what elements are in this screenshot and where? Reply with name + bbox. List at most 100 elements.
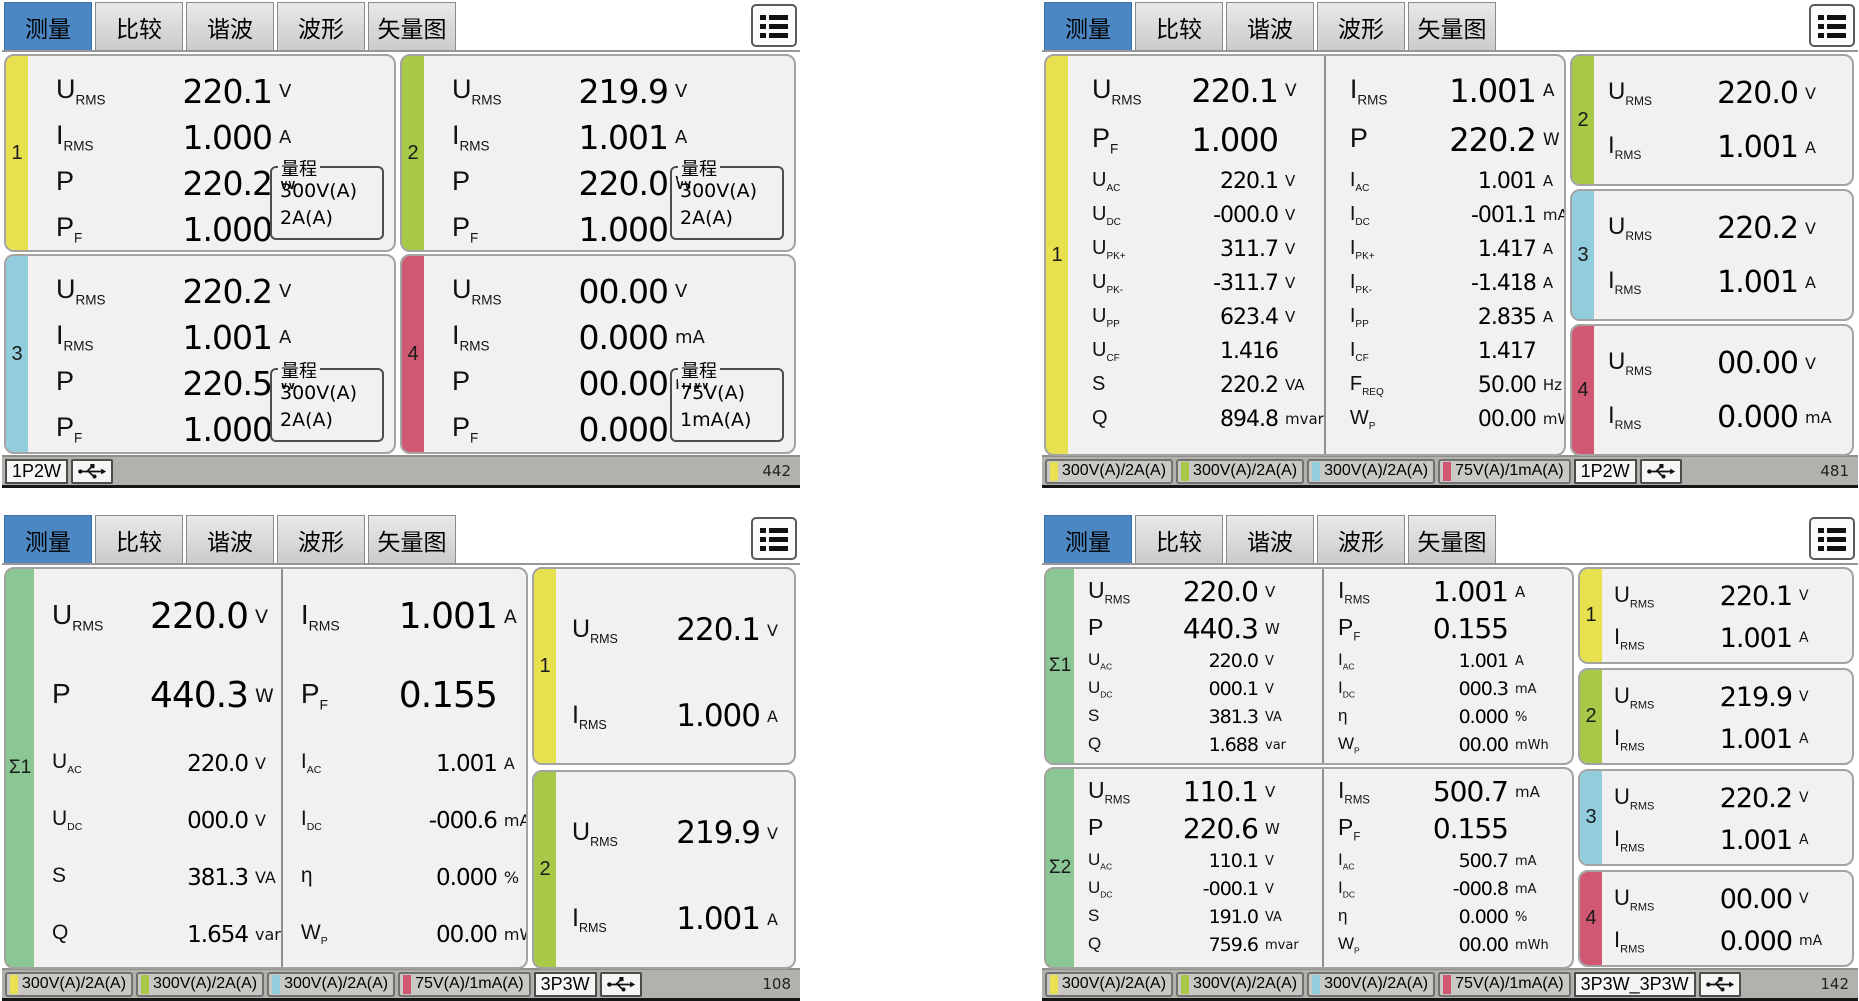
quantity-symbol: Q: [1088, 934, 1101, 953]
measurement-unit: V: [675, 81, 687, 102]
sum-label: Σ1: [9, 757, 31, 779]
quantity-subscript: RMS: [1620, 943, 1644, 955]
measurement-row: P220.6W: [1088, 810, 1322, 847]
tab[interactable]: 测量: [1044, 515, 1132, 563]
quantity-symbol: U: [1088, 577, 1105, 603]
measurement-value: 219.9: [544, 72, 668, 111]
measurement-rows: URMS219.9VIRMS1.001A: [1602, 670, 1852, 760]
measurement-label: URMS: [452, 274, 544, 307]
measurement-row: UPK+311.7V: [1092, 232, 1324, 266]
measurement-row: PF0.155: [1338, 610, 1572, 647]
measurement-label: IRMS: [1614, 725, 1684, 753]
measurement-value: 1.416: [1174, 339, 1278, 364]
quantity-symbol: U: [1092, 237, 1106, 259]
measurement-label: UPK+: [1092, 237, 1174, 262]
measurement-label: URMS: [1614, 885, 1684, 913]
tab[interactable]: 比较: [95, 515, 183, 563]
channel-stripe: 3: [6, 256, 28, 452]
range-chip-label: 300V(A)/2A(A): [1062, 462, 1166, 480]
measurement-value: 440.3: [130, 675, 248, 716]
tab[interactable]: 波形: [277, 2, 365, 50]
quantity-subscript: RMS: [590, 632, 618, 646]
channel-stripe: 1: [534, 569, 556, 763]
quantity-symbol: I: [56, 320, 64, 350]
tab[interactable]: 波形: [277, 515, 365, 563]
tab[interactable]: 波形: [1317, 2, 1405, 50]
measurement-label: η: [1338, 706, 1404, 727]
measurement-label: WP: [1338, 734, 1404, 755]
tab[interactable]: 谐波: [186, 515, 274, 563]
channel-number: 1: [539, 655, 550, 678]
range-chip-list: 300V(A)/2A(A)300V(A)/2A(A)300V(A)/2A(A)7…: [1045, 459, 1571, 484]
measurement-row: IRMS1.001A: [1614, 718, 1852, 760]
measurement-row: IRMS1.001A: [572, 876, 794, 962]
measurement-row: IAC1.001A: [1338, 647, 1572, 675]
tab[interactable]: 比较: [95, 2, 183, 50]
measurement-value: 219.9: [1684, 682, 1792, 713]
measurement-unit: V: [1285, 308, 1295, 326]
measurement-label: IAC: [1338, 850, 1404, 871]
tab[interactable]: 测量: [4, 2, 92, 50]
tab-bar: 测量比较谐波波形矢量图: [2, 2, 800, 50]
measurement-value: 0.000: [379, 865, 497, 891]
wiring-mode-badge: 1P2W: [1574, 459, 1637, 484]
quantity-subscript: AC: [1343, 862, 1355, 872]
measurement-label: IRMS: [452, 120, 544, 153]
tab[interactable]: 谐波: [186, 2, 274, 50]
measurement-value: 311.7: [1174, 237, 1278, 262]
quantity-symbol: U: [572, 818, 590, 846]
tab[interactable]: 谐波: [1226, 515, 1314, 563]
quantity-subscript: RMS: [72, 618, 103, 634]
tab[interactable]: 比较: [1135, 2, 1223, 50]
tab[interactable]: 比较: [1135, 515, 1223, 563]
tab-label: 波形: [1338, 10, 1384, 44]
menu-button[interactable]: [1809, 517, 1855, 560]
tab[interactable]: 测量: [1044, 2, 1132, 50]
measurement-unit: A: [279, 327, 291, 348]
measurement-label: URMS: [572, 615, 652, 646]
quantity-subscript: DC: [67, 822, 82, 834]
channel-color-swatch: [403, 975, 411, 994]
measurement-label: S: [52, 864, 130, 890]
measurement-row: PF0.155: [1338, 810, 1572, 847]
measurement-label: IDC: [1338, 678, 1404, 699]
tab-list: 测量比较谐波波形矢量图: [4, 515, 456, 563]
measurement-unit: mA: [1515, 854, 1537, 869]
tab[interactable]: 矢量图: [1408, 2, 1496, 50]
measurement-row: WP00.00mWh: [1350, 402, 1566, 436]
tab[interactable]: 矢量图: [368, 2, 456, 50]
quantity-subscript: RMS: [1615, 283, 1642, 297]
measurement-row: S381.3VA: [52, 849, 281, 906]
measurement-unit: A: [279, 127, 291, 148]
tab[interactable]: 矢量图: [368, 515, 456, 563]
measurement-label: UDC: [1088, 878, 1154, 899]
tab[interactable]: 波形: [1317, 515, 1405, 563]
measurement-value: 1.417: [1432, 339, 1536, 364]
quantity-symbol: P: [452, 212, 470, 242]
measurement-label: UDC: [1088, 678, 1154, 699]
measurement-unit: V: [1265, 682, 1274, 697]
usb-icon: [1705, 976, 1735, 993]
menu-button[interactable]: [1809, 4, 1855, 47]
measurement-row: URMS220.0V: [1088, 573, 1322, 610]
tab[interactable]: 矢量图: [1408, 515, 1496, 563]
measurement-unit: A: [767, 707, 778, 726]
range-box-title: 量程: [278, 357, 320, 383]
measurement-row: URMS219.9V: [452, 68, 794, 114]
measurement-label: P: [52, 678, 130, 713]
measurement-unit: W: [1265, 620, 1280, 638]
measurement-value: 0.000: [544, 318, 668, 357]
quantity-subscript: RMS: [76, 93, 106, 108]
tab[interactable]: 测量: [4, 515, 92, 563]
card-content: URMS110.1VP220.6WUAC110.1VUDC-000.1VS191…: [1074, 769, 1572, 967]
quantity-subscript: AC: [307, 765, 322, 777]
measurement-label: IRMS: [1608, 402, 1686, 432]
menu-button[interactable]: [751, 517, 797, 560]
measurement-unit: A: [1799, 630, 1809, 646]
menu-button[interactable]: [751, 4, 797, 47]
tab[interactable]: 谐波: [1226, 2, 1314, 50]
quantity-subscript: RMS: [1630, 901, 1654, 913]
quantity-symbol: S: [1088, 706, 1099, 725]
quantity-symbol: U: [1088, 878, 1100, 897]
measurement-row: UDC-000.0V: [1092, 198, 1324, 232]
